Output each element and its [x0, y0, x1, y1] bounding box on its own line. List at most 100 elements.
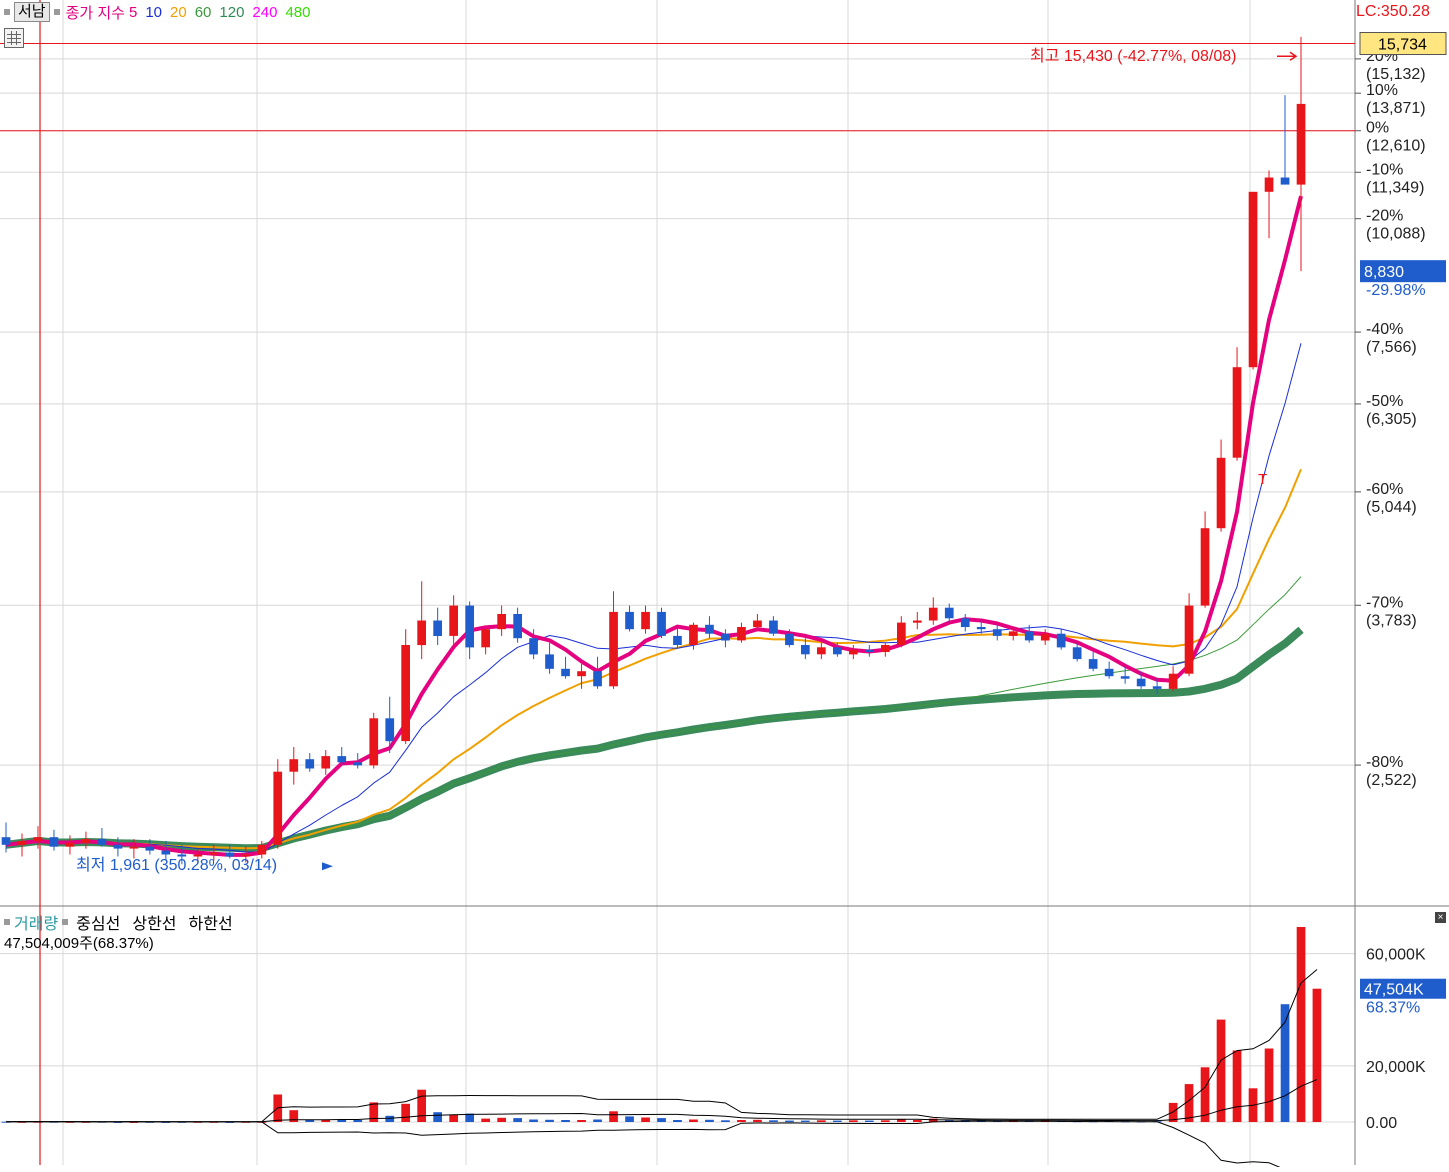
volume-legend-lower: 하한선 [188, 916, 233, 933]
candle-body [992, 629, 1002, 636]
candle-body [593, 671, 602, 687]
toolbar-marker-icon [4, 9, 10, 15]
axis-pct-label: -50% [1366, 393, 1403, 410]
chart-stage: 20% (15,132) 10% (13,871) 0% (12,610) -10% (11,… [0, 0, 1449, 1172]
candle-body [209, 852, 219, 855]
candle-body [65, 842, 75, 847]
volume-bar [1312, 988, 1322, 1122]
axis-pct-label: -40% [1366, 321, 1403, 338]
axis-pct-label: -60% [1366, 481, 1403, 498]
volume-bar [833, 1120, 842, 1122]
candle-body [897, 622, 906, 645]
t-marker: T [1258, 471, 1267, 488]
volume-bar [401, 1103, 410, 1122]
volume-bar [353, 1120, 363, 1122]
volume-center-line [6, 1079, 1318, 1123]
high-annotation: 최고 15,430 (-42.77%, 08/08) [1030, 47, 1236, 65]
volume-current-pct: 68.37% [1366, 1000, 1420, 1017]
candle-body [1296, 103, 1306, 185]
candle-body [449, 605, 458, 636]
ma-10-line [5, 343, 1302, 853]
ma-5-line [5, 195, 1303, 857]
volume-bar [433, 1112, 442, 1122]
candle-body [1232, 367, 1242, 458]
stock-name-button[interactable]: 서남 [14, 2, 50, 22]
volume-bar [593, 1119, 602, 1122]
candle-body [1056, 633, 1066, 648]
table-view-icon[interactable] [4, 28, 24, 48]
volume-bar [769, 1120, 778, 1122]
candle-body [1, 837, 11, 845]
candle-body [1104, 668, 1114, 677]
candle-body [1008, 631, 1018, 636]
candle-body [673, 635, 682, 645]
candle-body [129, 846, 139, 849]
volume-bar [609, 1111, 618, 1122]
candle-body [1248, 191, 1258, 368]
candle-body [401, 645, 410, 742]
volume-bar [721, 1120, 730, 1122]
chart-toolbar: 서남 종가 지수 5 10 20 60 120 240 480 [0, 0, 310, 24]
axis-price-label: (3,783) [1366, 612, 1417, 629]
volume-current-label: 47,504K [1364, 982, 1424, 999]
axis-price-label: (7,566) [1366, 339, 1417, 356]
candle-body [769, 620, 778, 634]
candle-body [433, 620, 442, 636]
candle-body [177, 854, 187, 857]
candle-body [1152, 686, 1162, 689]
volume-bar [865, 1120, 874, 1122]
volume-legend-title[interactable]: 거래량 [14, 910, 58, 934]
candle-body [865, 649, 874, 652]
candle-body [145, 846, 155, 851]
indicator-label[interactable]: 종가 지수 [66, 2, 125, 23]
candle-body [1280, 177, 1290, 185]
low-annotation: 최저 1,961 (350.28%, 03/14) [76, 856, 277, 874]
volume-bar [1296, 927, 1306, 1122]
candle-body [1136, 678, 1146, 687]
top-value-label: 15,734 [1378, 37, 1427, 54]
candle-body [1040, 633, 1050, 641]
candle-body [225, 852, 235, 857]
candle-body [113, 844, 123, 849]
axis-pct-label: -20% [1366, 208, 1403, 225]
candle-body [17, 841, 27, 845]
volume-bar [913, 1120, 922, 1122]
candle-body [657, 611, 666, 636]
candle-body [737, 627, 746, 641]
candle-body [497, 614, 506, 630]
volume-bar [737, 1120, 746, 1122]
ma-120-label: 120 [219, 3, 245, 21]
volume-marker-icon [4, 919, 10, 925]
candle-body [1216, 457, 1226, 529]
axis-pct-label: 0% [1366, 120, 1389, 137]
candle-body [785, 633, 794, 646]
panel-close-icon[interactable]: × [1435, 912, 1446, 923]
candle-body [481, 629, 490, 648]
volume-bar [1232, 1050, 1242, 1122]
candle-body [305, 759, 315, 769]
candle-body [1088, 659, 1098, 669]
axis-pct-label: -70% [1366, 594, 1403, 611]
candle-body [513, 614, 522, 639]
volume-bar [785, 1120, 794, 1122]
volume-axis-label: 0.00 [1366, 1115, 1397, 1132]
volume-bar [673, 1120, 682, 1122]
volume-bar [385, 1115, 395, 1122]
volume-bar [481, 1118, 490, 1122]
volume-bar [881, 1120, 890, 1122]
volume-bar [625, 1116, 634, 1122]
volume-legend-upper: 상한선 [132, 916, 177, 933]
candle-body [1200, 528, 1210, 606]
candle-body [577, 671, 586, 677]
lc-label: LC:350.28 [1356, 3, 1430, 20]
volume-axis-label: 20,000K [1366, 1059, 1426, 1076]
candle-body [689, 624, 698, 645]
ma-20-line [5, 468, 1302, 850]
candle-body [753, 620, 762, 628]
candle-body [609, 611, 618, 687]
axis-price-label: (15,132) [1366, 66, 1426, 83]
ma-60-line [5, 576, 1302, 849]
candle-body [33, 837, 43, 841]
axis-price-label: (5,044) [1366, 499, 1417, 516]
indicator-marker-icon [53, 9, 60, 15]
